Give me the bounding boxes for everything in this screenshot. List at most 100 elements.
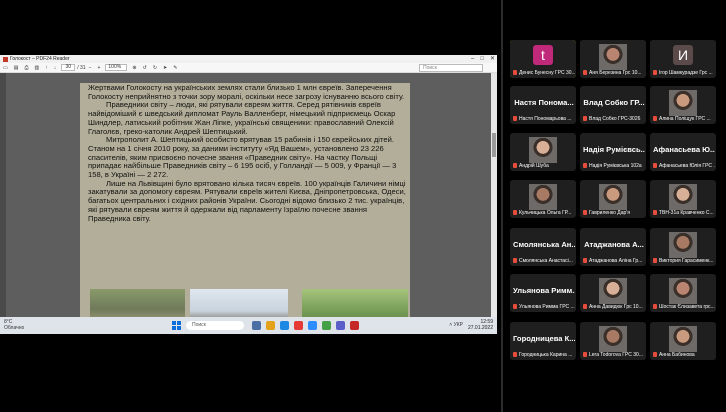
participant-label: Настя Пономарьова ...	[519, 116, 572, 122]
mic-muted-icon	[653, 210, 657, 216]
participant-label: Городницька Карина ...	[519, 352, 573, 358]
clock[interactable]: 12:59 27.01.2022	[468, 319, 493, 331]
rotate-left-icon[interactable]: ↺	[140, 63, 150, 73]
zoom-out-icon[interactable]: −	[86, 63, 95, 73]
participant-tile[interactable]: Надія Румієвсь... Надія Румієвська 102a	[580, 133, 646, 171]
participant-tile[interactable]: Андрій Шуба	[510, 133, 576, 171]
participant-tile[interactable]: Аня Березина Грс 10...	[580, 40, 646, 78]
paragraph: Митрополит А. Шептицький особисто врятув…	[88, 135, 397, 180]
participant-initial: И	[673, 45, 693, 65]
participant-tile[interactable]: Виктория Гарасименк...	[650, 228, 716, 266]
panel-divider[interactable]	[501, 0, 503, 412]
close-icon[interactable]: ✕	[490, 55, 495, 63]
participant-display-name: Ульянова Римм...	[513, 286, 575, 295]
maximize-icon[interactable]: □	[480, 55, 484, 63]
search-input[interactable]: Поиск	[419, 64, 483, 72]
windows-start-icon[interactable]	[172, 321, 181, 330]
participant-label: Алина Поліщук ГРС ...	[659, 116, 711, 122]
participant-display-name: Городницева К...	[513, 334, 575, 343]
chevron-up-icon[interactable]: ˄	[449, 322, 452, 328]
save-icon[interactable]: ▤	[11, 63, 22, 73]
participant-tile[interactable]: Алина Поліщук ГРС ...	[650, 86, 716, 124]
mic-muted-icon	[653, 116, 657, 122]
system-tray-icons[interactable]: ˄ УКР	[449, 322, 463, 328]
participant-label: ТВН-31a Кравченко С...	[659, 210, 714, 216]
participant-label: Кульчицька Ольга ГР...	[519, 210, 572, 216]
participant-label: Влад Собко ГРС-3026	[589, 116, 641, 122]
next-page-icon[interactable]: ↓	[51, 63, 60, 73]
participant-tile[interactable]: Кульчицька Ольга ГР...	[510, 180, 576, 218]
mic-muted-icon	[513, 352, 517, 358]
language-indicator[interactable]: УКР	[454, 322, 463, 328]
windows-taskbar: 8°C Облачно Поиск ˄ УКР 12:59 27.01.2022	[0, 317, 497, 334]
pdf24-app-icon	[3, 56, 8, 62]
participant-label: Денис Бунесну ГРС 30...	[519, 70, 575, 76]
sidebar-icon[interactable]: ▥	[31, 63, 42, 73]
mic-muted-icon	[653, 304, 657, 310]
prev-page-icon[interactable]: ↑	[42, 63, 51, 73]
paragraph: Жертвами Голокосту на українських землях…	[88, 83, 405, 101]
weather-widget[interactable]: 8°C Облачно	[4, 319, 34, 331]
vertical-scrollbar[interactable]	[491, 73, 497, 317]
participant-tile[interactable]: Настя Понома... Настя Пономарьова ...	[510, 86, 576, 124]
zoom-in-icon[interactable]: +	[94, 63, 103, 73]
participant-label: Атаджанова Аліна Гр...	[589, 258, 643, 264]
participant-name: Смолянська Анастасі...	[513, 258, 575, 264]
clock-date: 27.01.2022	[467, 325, 493, 331]
mic-muted-icon	[583, 210, 587, 216]
participant-display-name: Атаджанова А...	[584, 240, 644, 249]
document-viewport[interactable]: Жертвами Голокосту на українських землях…	[0, 73, 497, 319]
participant-name: Влад Собко ГРС-3026	[583, 116, 645, 122]
teams-icon[interactable]	[336, 321, 345, 330]
mic-muted-icon	[583, 116, 587, 122]
scrollbar-thumb[interactable]	[492, 133, 496, 157]
pdf24-taskbar-icon[interactable]	[294, 321, 303, 330]
participant-label: Шостак Єлизавета грс...	[659, 304, 715, 310]
participant-video	[599, 44, 627, 70]
mic-muted-icon	[653, 163, 657, 169]
participant-name: Денис Бунесну ГРС 30...	[513, 70, 575, 76]
participant-tile[interactable]: t Денис Бунесну ГРС 30...	[510, 40, 576, 78]
participant-tile[interactable]: Шостак Єлизавета грс...	[650, 274, 716, 312]
mic-muted-icon	[513, 163, 517, 169]
zoom-select[interactable]: 100%	[105, 64, 128, 71]
participant-tile[interactable]: ТВН-31a Кравченко С...	[650, 180, 716, 218]
thumbnail-strip	[0, 73, 6, 317]
photo-row	[90, 289, 408, 319]
open-file-icon[interactable]: ▭	[0, 63, 11, 73]
minimize-icon[interactable]: –	[471, 55, 474, 63]
zoom-taskbar-icon[interactable]	[308, 321, 317, 330]
participant-tile[interactable]: Городницева К... Городницька Карина ...	[510, 322, 576, 360]
participant-tile[interactable]: Атаджанова А... Атаджанова Аліна Гр...	[580, 228, 646, 266]
participant-video	[669, 326, 697, 352]
participant-label: Афанасьева Юлія ГРС ...	[659, 163, 715, 169]
participant-tile[interactable]: Гавриленко Дар'я	[580, 180, 646, 218]
participant-name: Городницька Карина ...	[513, 352, 575, 358]
annotate-icon[interactable]: ✎	[170, 63, 180, 73]
chrome-icon[interactable]	[322, 321, 331, 330]
fit-page-icon[interactable]: ⊕	[129, 63, 139, 73]
rotate-right-icon[interactable]: ↻	[150, 63, 160, 73]
participant-tile[interactable]: И Ігор Шамкурадзе Грс ...	[650, 40, 716, 78]
participant-tile[interactable]: Влад Собко ГР... Влад Собко ГРС-3026	[580, 86, 646, 124]
participant-tile[interactable]: Смолянська Ан... Смолянська Анастасі...	[510, 228, 576, 266]
participant-name: Ігор Шамкурадзе Грс ...	[653, 70, 715, 76]
paragraph: Праведники світу – люди, які рятували єв…	[88, 100, 396, 136]
mic-muted-icon	[583, 163, 587, 169]
taskbar-search-input[interactable]: Поиск	[186, 321, 244, 330]
task-view-icon[interactable]	[252, 321, 261, 330]
participant-tile[interactable]: Анна Бабинова	[650, 322, 716, 360]
print-icon[interactable]: ⎙	[21, 63, 31, 73]
page-number-input[interactable]: 30	[61, 64, 76, 71]
participant-tile[interactable]: Анна Давидюк Грс 10...	[580, 274, 646, 312]
opera-icon[interactable]	[350, 321, 359, 330]
select-tool-icon[interactable]: ➤	[160, 63, 170, 73]
edge-icon[interactable]	[280, 321, 289, 330]
participant-tile[interactable]: Lera Todorova ГРС 30...	[580, 322, 646, 360]
participant-tile[interactable]: Ульянова Римм... Ульянова Римма ГРС ...	[510, 274, 576, 312]
memorial-photo	[90, 289, 185, 319]
reader-toolbar: ▭ ▤ ⎙ ▥ ↑ ↓ 30 / 31 − + 100% ⊕ ↺ ↻ ➤ ✎ П…	[0, 63, 497, 73]
file-explorer-icon[interactable]	[266, 321, 275, 330]
participant-tile[interactable]: Афанасьева Ю... Афанасьева Юлія ГРС ...	[650, 133, 716, 171]
participant-video	[669, 232, 697, 258]
